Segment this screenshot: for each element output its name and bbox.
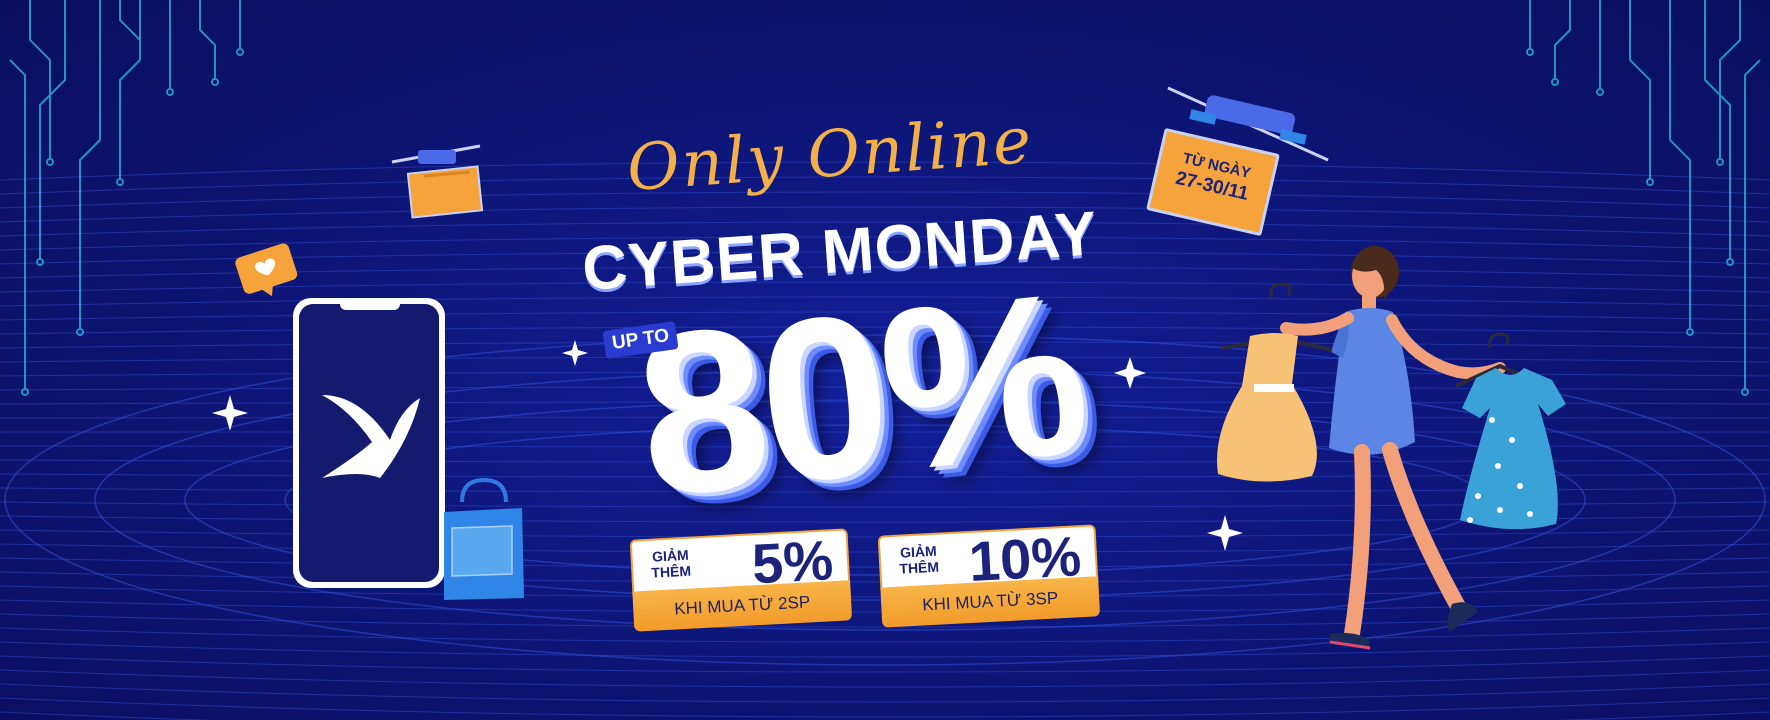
phone-icon xyxy=(293,298,445,588)
ticket-label: GIẢM THÊM xyxy=(898,543,939,577)
heart-bubble-icon xyxy=(235,243,298,297)
circuit-lines-left xyxy=(9,0,244,396)
cyber-monday-banner[interactable]: TỪ NGÀY 27-30/11 Only Online CYBER MONDA… xyxy=(0,0,1770,720)
ticket-label-line2: THÊM xyxy=(650,562,692,581)
grid-line xyxy=(0,697,1770,718)
discount-ticket-5[interactable]: GIẢM THÊM 5% KHI MUA TỪ 2SP xyxy=(629,528,853,635)
ticket-label-line1: GIẢM xyxy=(899,542,938,561)
grid-line xyxy=(0,191,1770,209)
grid-line xyxy=(0,655,1770,673)
ticket-label-line2: THÊM xyxy=(898,558,940,577)
ticket-label-line1: GIẢM xyxy=(651,546,690,565)
grid-line xyxy=(0,711,1770,720)
grid-line xyxy=(0,641,1770,658)
discount-value: 80% xyxy=(626,243,1094,546)
circuit-lines-right xyxy=(1526,0,1761,396)
ticket-label: GIẢM THÊM xyxy=(650,547,691,581)
grid-line xyxy=(0,669,1770,688)
shopping-bag-icon xyxy=(444,477,524,600)
discount-ticket-10[interactable]: GIẢM THÊM 10% KHI MUA TỪ 3SP xyxy=(877,524,1101,631)
